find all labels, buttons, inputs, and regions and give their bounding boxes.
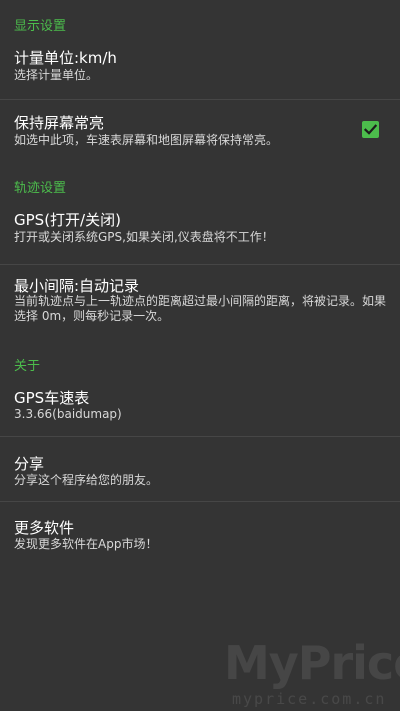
setting-unit-title: 计量单位:km/h bbox=[14, 49, 117, 67]
settings-screen: 显示设置 计量单位:km/h 选择计量单位。 保持屏幕常亮 如选中此项，车速表屏… bbox=[0, 0, 400, 711]
setting-unit[interactable]: 计量单位:km/h 选择计量单位。 bbox=[0, 38, 400, 98]
setting-gps-title: GPS(打开/关闭) bbox=[14, 211, 121, 229]
section-header-about: 关于 bbox=[14, 359, 41, 374]
setting-keep-screen-on-summary: 如选中此项，车速表屏幕和地图屏幕将保持常亮。 bbox=[14, 133, 279, 147]
section-header-display: 显示设置 bbox=[14, 19, 67, 34]
section-header-track: 轨迹设置 bbox=[14, 181, 67, 196]
setting-min-interval[interactable]: 最小间隔:自动记录 当前轨迹点与上一轨迹点的距离超过最小间隔的距离，将被记录。如… bbox=[0, 265, 400, 339]
setting-min-interval-title: 最小间隔:自动记录 bbox=[14, 277, 140, 295]
watermark-logo: MyPrice bbox=[224, 636, 400, 690]
watermark-url: myprice.com.cn bbox=[232, 690, 387, 708]
keep-screen-on-checkbox[interactable] bbox=[362, 121, 379, 138]
setting-share-summary: 分享这个程序给您的朋友。 bbox=[14, 473, 159, 487]
setting-app-version-title: GPS车速表 bbox=[14, 389, 90, 407]
checkmark-icon bbox=[363, 124, 378, 135]
setting-app-version[interactable]: GPS车速表 3.3.66(baidumap) bbox=[0, 378, 400, 436]
setting-gps[interactable]: GPS(打开/关闭) 打开或关闭系统GPS,如果关闭,仪表盘将不工作！ bbox=[0, 200, 400, 264]
setting-more-apps-title: 更多软件 bbox=[14, 519, 75, 537]
setting-more-apps-summary: 发现更多软件在App市场！ bbox=[14, 537, 158, 551]
setting-keep-screen-on-title: 保持屏幕常亮 bbox=[14, 114, 105, 132]
setting-share-title: 分享 bbox=[14, 455, 45, 473]
setting-more-apps[interactable]: 更多软件 发现更多软件在App市场！ bbox=[0, 502, 400, 566]
watermark: MyPrice myprice.com.cn bbox=[224, 636, 400, 711]
setting-app-version-summary: 3.3.66(baidumap) bbox=[14, 407, 122, 421]
setting-min-interval-summary: 当前轨迹点与上一轨迹点的距离超过最小间隔的距离，将被记录。如果选择 0m，则每秒… bbox=[14, 294, 387, 323]
setting-keep-screen-on[interactable]: 保持屏幕常亮 如选中此项，车速表屏幕和地图屏幕将保持常亮。 bbox=[0, 100, 400, 160]
setting-gps-summary: 打开或关闭系统GPS,如果关闭,仪表盘将不工作！ bbox=[14, 230, 274, 244]
setting-unit-summary: 选择计量单位。 bbox=[14, 68, 99, 82]
setting-share[interactable]: 分享 分享这个程序给您的朋友。 bbox=[0, 437, 400, 501]
